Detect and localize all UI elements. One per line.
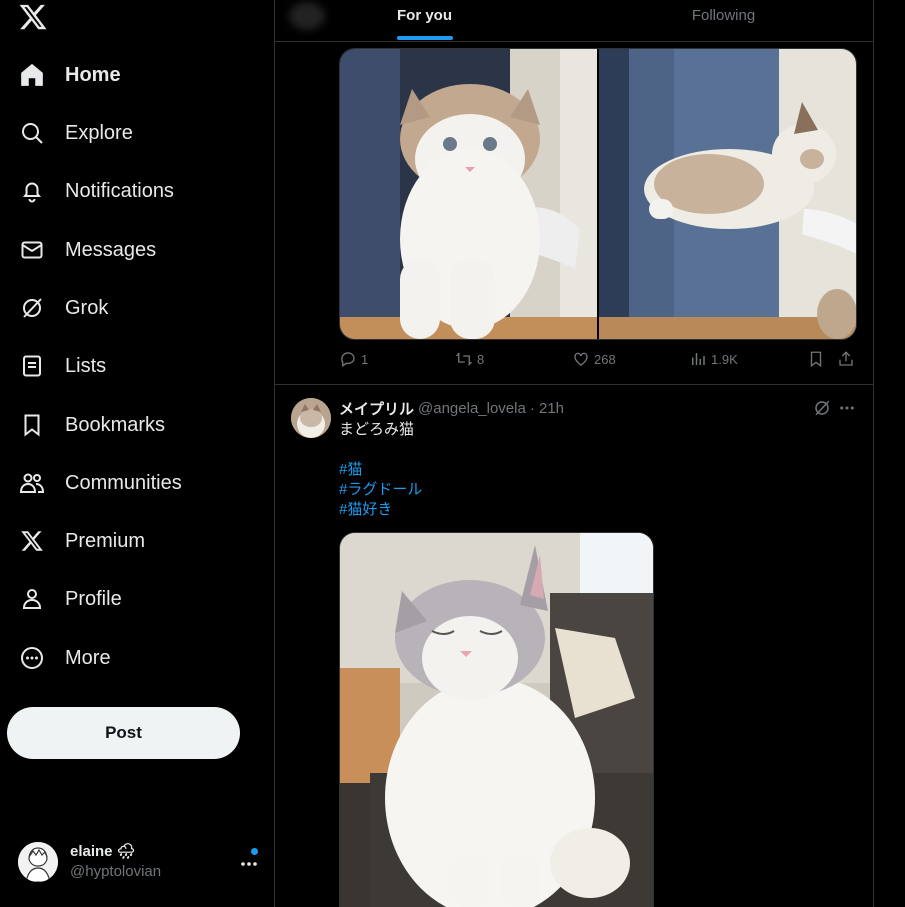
sidebar-item-lists[interactable]: Lists	[0, 341, 260, 391]
account-display-name: elaine 🌧	[70, 843, 136, 860]
sidebar-item-messages[interactable]: Messages	[0, 225, 260, 275]
share-icon	[839, 351, 853, 366]
avatar	[18, 842, 58, 882]
grok-icon[interactable]	[813, 399, 831, 417]
sidebar-item-grok[interactable]: Grok	[0, 283, 260, 333]
like-button[interactable]: 268	[572, 350, 616, 368]
post-button[interactable]: Post	[7, 707, 240, 759]
sidebar-item-label: Home	[65, 63, 121, 86]
search-icon	[19, 120, 45, 146]
sidebar-item-label: Profile	[65, 587, 122, 610]
active-tab-indicator	[396, 36, 453, 40]
sidebar-item-label: More	[65, 646, 111, 669]
sidebar-item-label: Lists	[65, 354, 107, 377]
sidebar-item-more[interactable]: More	[0, 633, 260, 683]
sidebar-item-profile[interactable]: Profile	[0, 574, 260, 624]
sidebar-item-label: Communities	[65, 471, 182, 494]
timeline-tabs: For you Following	[275, 0, 873, 42]
notification-dot	[251, 848, 258, 855]
share-button[interactable]	[837, 350, 855, 368]
avatar[interactable]	[291, 398, 331, 438]
tab-following[interactable]: Following	[574, 0, 873, 41]
envelope-icon	[19, 237, 45, 263]
tweet-header: メイプリル @angela_lovela · 21h	[339, 398, 564, 418]
heart-icon	[574, 352, 588, 366]
tweet-image-cat-sitting[interactable]	[339, 532, 654, 907]
sidebar: Home Explore Notifications Messages Grok	[0, 0, 275, 907]
reply-count: 1	[361, 351, 369, 367]
tab-for-you[interactable]: For you	[275, 0, 574, 41]
sidebar-item-notifications[interactable]: Notifications	[0, 166, 260, 216]
sidebar-item-communities[interactable]: Communities	[0, 458, 260, 508]
list-icon	[19, 353, 45, 379]
author-name[interactable]: メイプリル	[339, 398, 414, 419]
tweet-divider	[275, 384, 873, 385]
sidebar-item-label: Notifications	[65, 179, 174, 202]
hashtag-link[interactable]: #ラグドール	[339, 480, 839, 500]
bookmark-icon	[810, 351, 822, 368]
person-icon	[19, 586, 45, 612]
sidebar-item-home[interactable]: Home	[0, 50, 260, 100]
more-horizontal-icon[interactable]	[238, 852, 260, 870]
bookmark-button[interactable]	[807, 350, 825, 368]
sidebar-item-premium[interactable]: Premium	[0, 516, 260, 566]
people-icon	[19, 470, 45, 496]
tweet-media-grid[interactable]	[339, 48, 857, 340]
more-horizontal-icon[interactable]	[838, 399, 856, 417]
tweet-time[interactable]: · 21h	[530, 400, 564, 417]
x-logo-icon	[19, 528, 45, 554]
author-handle[interactable]: @angela_lovela	[418, 400, 526, 417]
retweet-icon	[455, 352, 473, 366]
tweet-image-cat-held[interactable]	[599, 49, 856, 339]
account-handle: @hyptolovian	[70, 863, 162, 880]
tweet-actions: 1 8 268 1.9K	[339, 350, 857, 374]
grok-icon	[19, 295, 45, 321]
reply-button[interactable]: 1	[339, 350, 368, 368]
account-switcher[interactable]: elaine 🌧 @hyptolovian	[18, 838, 264, 886]
home-icon	[19, 62, 45, 88]
sidebar-item-bookmarks[interactable]: Bookmarks	[0, 400, 260, 450]
views-button[interactable]: 1.9K	[689, 350, 738, 368]
x-logo-icon[interactable]	[18, 2, 48, 32]
hashtag-link[interactable]: #猫好き	[339, 500, 839, 520]
bell-icon	[19, 178, 45, 204]
retweet-count: 8	[477, 351, 485, 367]
bookmark-icon	[19, 412, 45, 438]
tweet-body: まどろみ猫	[339, 421, 415, 438]
like-count: 268	[594, 351, 616, 367]
tweet-image-cat-standing[interactable]	[340, 49, 597, 339]
tab-label: Following	[691, 7, 756, 24]
sidebar-item-label: Bookmarks	[65, 413, 166, 436]
tweet-text: まどろみ猫 #猫 #ラグドール #猫好き	[339, 420, 839, 520]
timeline: For you Following 1 8 268 1.9K メイプリル @an…	[275, 0, 874, 907]
app-root: Home Explore Notifications Messages Grok	[0, 0, 905, 907]
sidebar-item-explore[interactable]: Explore	[0, 108, 260, 158]
hashtag-link[interactable]: #猫	[339, 460, 839, 480]
sidebar-item-label: Grok	[65, 296, 109, 319]
sidebar-item-label: Messages	[65, 238, 157, 261]
reply-icon	[341, 352, 355, 368]
view-count: 1.9K	[711, 351, 738, 367]
tab-label: For you	[397, 7, 452, 24]
retweet-button[interactable]: 8	[455, 350, 484, 368]
sidebar-item-label: Explore	[65, 121, 133, 144]
analytics-icon	[692, 353, 705, 365]
more-circle-icon	[19, 645, 45, 671]
sidebar-item-label: Premium	[65, 529, 146, 552]
